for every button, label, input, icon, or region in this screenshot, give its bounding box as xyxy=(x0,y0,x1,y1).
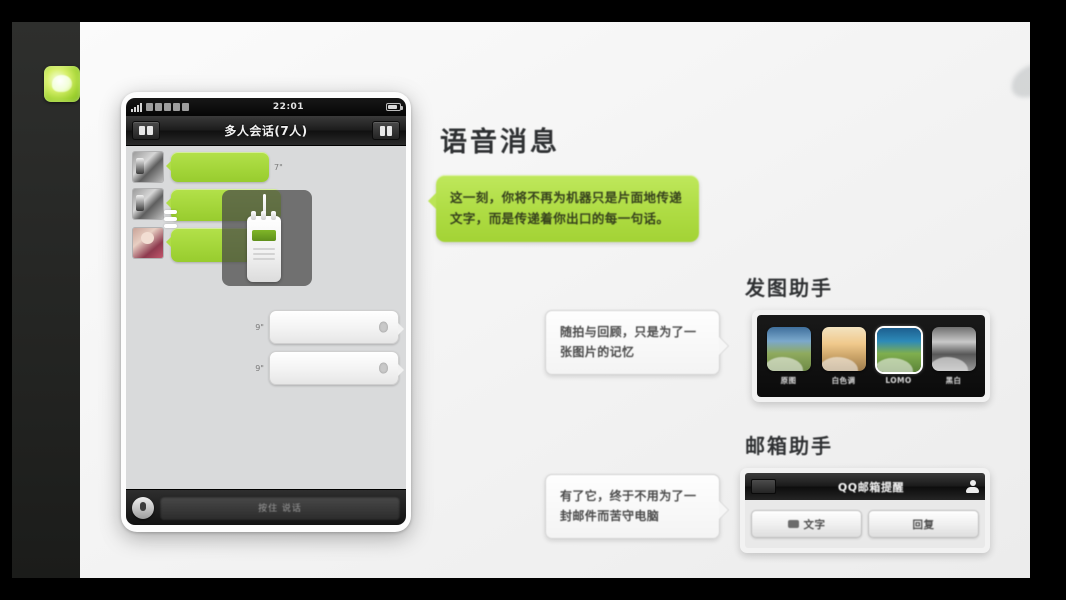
status-icon-4 xyxy=(173,103,180,111)
filter-thumb[interactable]: 原图 xyxy=(765,326,813,386)
photo-section-title: 发图助手 xyxy=(745,276,833,300)
filter-label: 黑白 xyxy=(945,375,962,385)
wechat-leaf-icon[interactable] xyxy=(44,66,80,102)
back-button[interactable] xyxy=(132,121,160,140)
voice-section-title: 语音消息 xyxy=(440,127,560,158)
mail-text-button[interactable]: 文字 xyxy=(751,510,862,538)
mail-widget-title: QQ邮箱提醒 xyxy=(837,480,905,494)
back-button[interactable] xyxy=(751,479,776,494)
group-members-icon[interactable] xyxy=(371,121,400,140)
status-icon-1 xyxy=(146,103,153,111)
filter-preview-image xyxy=(821,326,866,371)
phone-mockup: 22:01 多人会话(7人) 7" 9" 9" 按住 说话 xyxy=(121,92,411,532)
voice-wave-icon xyxy=(379,362,388,374)
keyboard-icon xyxy=(787,520,799,528)
hold-to-talk-button[interactable]: 按住 说话 xyxy=(160,495,400,520)
voice-duration: 9" xyxy=(255,363,264,373)
slide-canvas: 22:01 多人会话(7人) 7" 9" 9" 按住 说话 语音消息 这一刻，你… xyxy=(80,22,1030,578)
person-icon[interactable] xyxy=(966,479,979,494)
bluetooth-icon xyxy=(182,103,189,111)
filter-label: 原图 xyxy=(780,375,797,385)
mail-section-title: 邮箱助手 xyxy=(745,434,833,458)
filter-preview-image xyxy=(766,326,811,371)
chat-thread: 7" 9" 9" xyxy=(126,146,406,489)
battery-icon xyxy=(386,103,403,111)
left-rail xyxy=(12,22,80,578)
status-bar: 22:01 xyxy=(126,98,406,116)
signal-bars-icon xyxy=(131,102,142,112)
status-time: 22:01 xyxy=(272,102,305,112)
filter-label: 白色调 xyxy=(831,375,856,385)
mail-assistant-widget: QQ邮箱提醒 文字 回复 xyxy=(740,468,990,553)
microphone-button[interactable] xyxy=(132,496,154,519)
voice-duration: 7" xyxy=(274,162,283,172)
filter-thumb[interactable]: 白色调 xyxy=(820,326,868,386)
sound-waves-icon xyxy=(164,210,177,231)
status-icon-2 xyxy=(155,103,162,111)
filter-preview-image xyxy=(876,327,921,372)
corner-smudge xyxy=(1005,59,1030,103)
voice-wave-icon xyxy=(379,321,388,333)
walkie-talkie-illustration xyxy=(247,194,281,282)
mail-widget-body: 文字 回复 xyxy=(745,500,985,548)
photo-callout: 随拍与回顾，只是为了一张图片的记忆 xyxy=(545,310,729,375)
status-icon-3 xyxy=(164,103,171,111)
voice-duration: 9" xyxy=(255,322,264,332)
mail-text-button-label: 文字 xyxy=(803,518,826,531)
voice-section-bubble: 这一刻，你将不再为机器只是片面地传递文字，而是传递着你出口的每一句话。 xyxy=(428,175,699,243)
screenshot-root: 22:01 多人会话(7人) 7" 9" 9" 按住 说话 语音消息 这一刻，你… xyxy=(0,0,1066,600)
message-row: 9" xyxy=(133,310,404,344)
photo-assistant-widget: 原图 白色调 LOMO 黑白 xyxy=(752,310,990,402)
mail-nav-bar: QQ邮箱提醒 xyxy=(745,473,985,500)
filter-label: LOMO xyxy=(885,375,912,385)
avatar[interactable] xyxy=(133,152,163,182)
voice-bubble-outgoing[interactable] xyxy=(269,310,404,344)
mail-callout: 有了它，终于不用为了一封邮件而苦守电脑 xyxy=(545,474,729,539)
voice-bubble-incoming[interactable] xyxy=(166,152,269,182)
avatar[interactable] xyxy=(133,228,163,258)
voice-bubble-outgoing[interactable] xyxy=(269,351,404,385)
filter-thumb-selected[interactable]: LOMO xyxy=(875,327,923,385)
filter-preview-image xyxy=(931,326,976,371)
phone-screen: 22:01 多人会话(7人) 7" 9" 9" 按住 说话 xyxy=(126,98,406,525)
avatar[interactable] xyxy=(133,189,163,219)
filter-strip: 原图 白色调 LOMO 黑白 xyxy=(757,315,985,397)
phone-input-bar: 按住 说话 xyxy=(126,489,406,525)
phone-nav-bar: 多人会话(7人) xyxy=(126,116,406,146)
filter-thumb[interactable]: 黑白 xyxy=(930,326,978,386)
message-row: 9" xyxy=(133,351,404,385)
mail-reply-button[interactable]: 回复 xyxy=(868,510,979,538)
chat-title: 多人会话(7人) xyxy=(224,124,308,138)
message-row: 7" xyxy=(133,152,399,182)
mail-reply-button-label: 回复 xyxy=(912,518,935,531)
